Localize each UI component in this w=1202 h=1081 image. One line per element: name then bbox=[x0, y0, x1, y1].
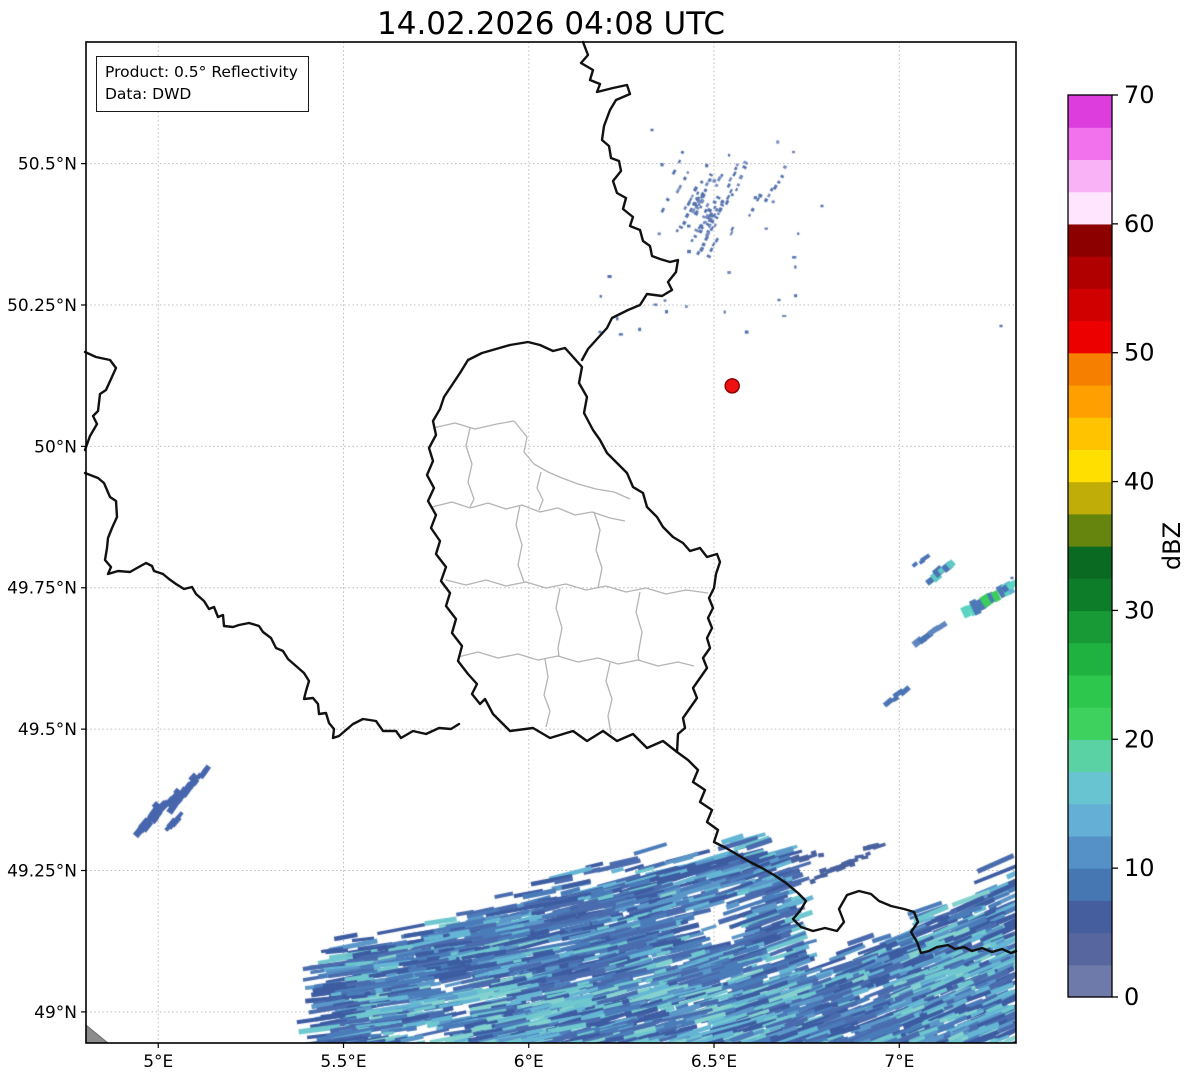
country-borders bbox=[83, 40, 1018, 955]
colorbar-band bbox=[1068, 900, 1112, 934]
colorbar-band bbox=[1068, 610, 1112, 644]
colorbar-band bbox=[1068, 481, 1112, 515]
colorbar-band bbox=[1068, 546, 1112, 579]
colorbar-band bbox=[1068, 320, 1112, 354]
colorbar-band bbox=[1068, 964, 1112, 998]
map-title: 14.02.2026 04:08 UTC bbox=[377, 6, 725, 42]
canton-border bbox=[457, 651, 695, 667]
x-tick-label: 6.5°E bbox=[691, 1052, 737, 1072]
colorbar-band bbox=[1068, 674, 1112, 708]
axis-ticks: 5°E 5.5°E 6°E 6.5°E 7°E 50.5°N 50.25°N 50°N 49.7… bbox=[7, 155, 914, 1072]
colorbar-tick-label: 40 bbox=[1124, 468, 1155, 496]
product-legend: Product: 0.5° Reflectivity Data: DWD bbox=[96, 56, 309, 112]
country-border-fr-be bbox=[83, 471, 461, 740]
corner-patch bbox=[85, 1023, 110, 1044]
colorbar-band bbox=[1068, 803, 1112, 837]
map-overlay-layer: 5°E 5.5°E 6°E 6.5°E 7°E 50.5°N 50.25°N 50°N 49.7… bbox=[7, 40, 1186, 1072]
colorbar-tick-label: 70 bbox=[1124, 81, 1155, 109]
canton-border bbox=[635, 591, 643, 662]
colorbar-band bbox=[1068, 642, 1112, 676]
colorbar-band bbox=[1068, 513, 1112, 547]
country-border-fr-be-north bbox=[83, 350, 118, 452]
canton-border bbox=[515, 504, 525, 583]
y-tick-label: 50.5°N bbox=[18, 155, 77, 175]
canton-border bbox=[465, 427, 475, 508]
colorbar-band bbox=[1068, 449, 1112, 483]
colorbar: 0 10 20 30 40 50 60 70 dBZ bbox=[1067, 81, 1186, 1011]
colorbar-tick-label: 20 bbox=[1124, 725, 1155, 753]
colorbar-band bbox=[1068, 256, 1112, 289]
colorbar-band bbox=[1068, 578, 1112, 612]
legend-product-line: Product: 0.5° Reflectivity bbox=[105, 63, 298, 81]
canton-border bbox=[445, 579, 709, 595]
colorbar-band bbox=[1068, 835, 1112, 869]
colorbar-band bbox=[1068, 191, 1112, 225]
colorbar-tick-label: 60 bbox=[1124, 210, 1155, 238]
y-tick-label: 50.25°N bbox=[7, 296, 77, 316]
colorbar-band bbox=[1068, 352, 1112, 386]
colorbar-tick-label: 0 bbox=[1124, 983, 1139, 1011]
colorbar-band bbox=[1068, 288, 1112, 322]
canton-border bbox=[593, 511, 603, 589]
colorbar-band bbox=[1068, 223, 1112, 257]
y-tick-label: 49°N bbox=[34, 1003, 77, 1023]
canton-borders bbox=[431, 420, 709, 735]
colorbar-band bbox=[1068, 127, 1112, 161]
y-tick-label: 50°N bbox=[34, 437, 77, 457]
colorbar-band bbox=[1068, 95, 1112, 128]
colorbar-band bbox=[1068, 384, 1112, 418]
legend-data-line: Data: DWD bbox=[105, 85, 192, 103]
y-tick-label: 49.75°N bbox=[7, 579, 77, 599]
colorbar-unit-label: dBZ bbox=[1158, 522, 1186, 570]
x-tick-label: 6°E bbox=[514, 1052, 544, 1072]
radar-site-marker bbox=[724, 378, 740, 394]
colorbar-band bbox=[1068, 707, 1112, 740]
country-border-luxembourg bbox=[425, 340, 722, 754]
canton-border bbox=[555, 587, 563, 658]
colorbar-band bbox=[1068, 417, 1112, 450]
colorbar-tick-label: 10 bbox=[1124, 854, 1155, 882]
country-border-fr-de bbox=[675, 750, 1018, 955]
colorbar-band bbox=[1068, 932, 1112, 966]
y-tick-label: 49.25°N bbox=[7, 862, 77, 882]
x-tick-label: 7°E bbox=[884, 1052, 914, 1072]
colorbar-tick-label: 30 bbox=[1124, 596, 1155, 624]
x-tick-label: 5.5°E bbox=[320, 1052, 366, 1072]
colorbar-tick-label: 50 bbox=[1124, 339, 1155, 367]
radar-map-figure: 5°E 5.5°E 6°E 6.5°E 7°E 50.5°N 50.25°N 50°N 49.7… bbox=[0, 0, 1202, 1081]
colorbar-band bbox=[1068, 739, 1112, 773]
canton-border bbox=[432, 420, 515, 430]
canton-border bbox=[536, 471, 544, 511]
canton-border bbox=[543, 658, 551, 728]
country-border-be-de bbox=[579, 40, 680, 362]
colorbar-band bbox=[1068, 771, 1112, 805]
colorbar-band bbox=[1068, 159, 1112, 193]
canton-border bbox=[605, 662, 613, 735]
map-frame bbox=[85, 41, 1017, 1044]
y-tick-label: 49.5°N bbox=[18, 720, 77, 740]
colorbar-band bbox=[1068, 868, 1112, 901]
x-tick-label: 5°E bbox=[143, 1052, 173, 1072]
